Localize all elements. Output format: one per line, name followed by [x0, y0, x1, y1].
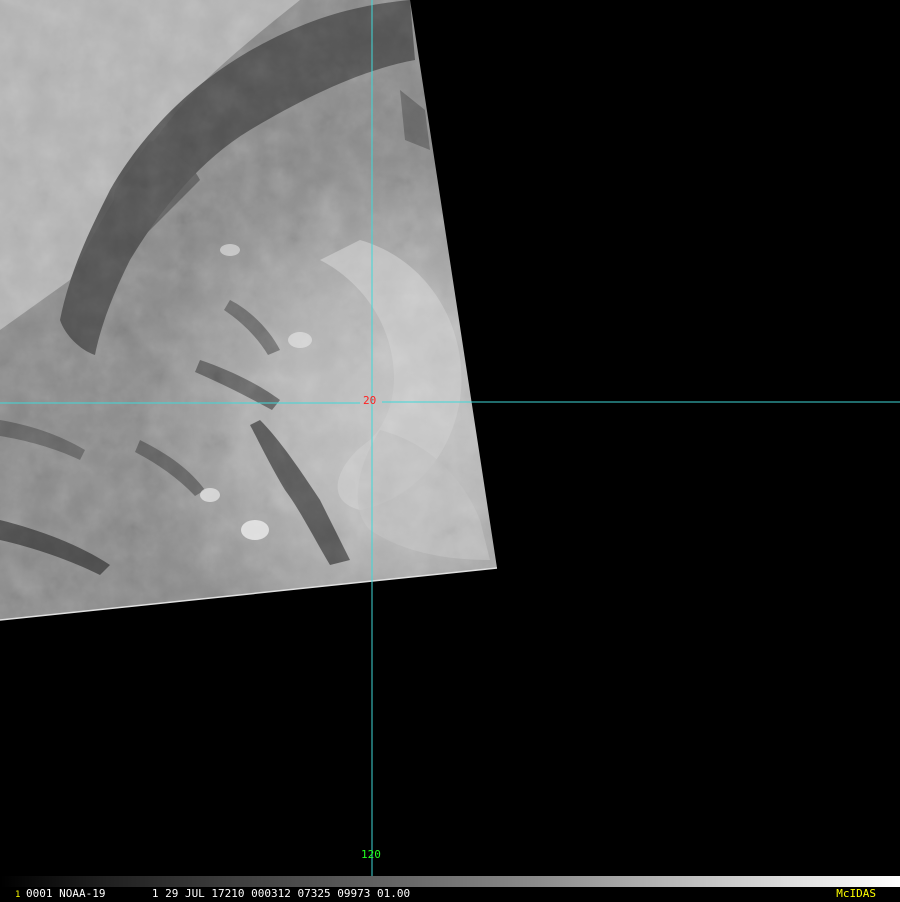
grayscale-color-bar: [0, 876, 900, 887]
frame-number: 1: [15, 890, 21, 900]
latitude-label: 20: [363, 394, 377, 407]
cloud-imagery: [0, 0, 497, 620]
satellite-viewport[interactable]: 20 120: [0, 0, 900, 900]
image-info-line: 0001 NOAA-19 1 29 JUL 17210 000312 07325…: [26, 887, 411, 900]
longitude-label: 120: [361, 848, 381, 861]
satellite-image-swath: [0, 0, 900, 876]
mcidas-brand: McIDAS: [836, 887, 876, 900]
